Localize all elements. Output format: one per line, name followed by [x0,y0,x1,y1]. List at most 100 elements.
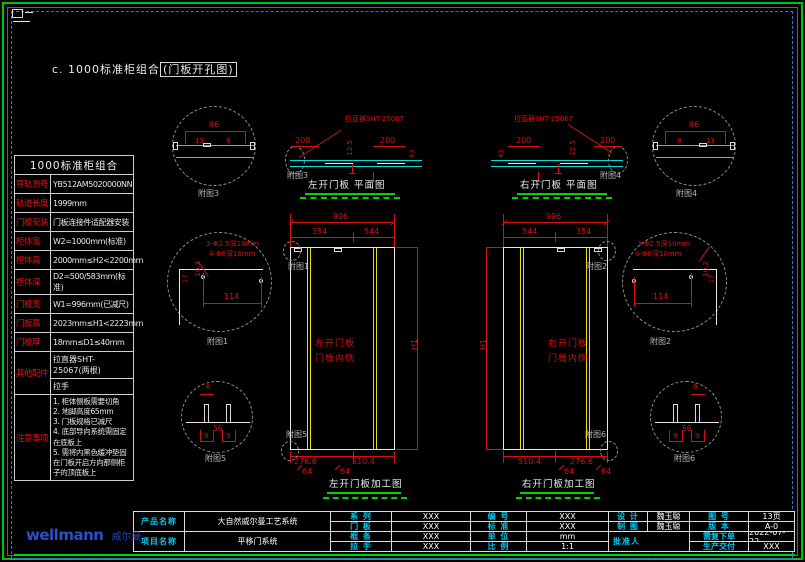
ext-line [396,247,417,248]
dim-line [634,303,692,304]
ext-line [503,451,504,463]
detail-circle-d6: 6 56 9 9 [650,381,722,453]
leader-text: 3-Φ2.5深10mm [637,241,690,249]
dim-label: 17 [709,274,717,283]
track-line [656,145,734,146]
ext-line [353,232,354,242]
pin-mark [673,404,678,423]
dim-label: H1 [480,339,489,350]
dim-line [185,131,245,132]
title-block-bottom-line [14,554,795,556]
dim-label: 200 [600,137,615,146]
spec-value: 2000mm≤H2<2200mm [51,251,145,269]
dim-label: 510.4 [352,458,375,467]
dim-label: 17 [183,274,191,283]
detail-circle-d3: 96 13 9 [172,106,256,186]
spec-value: W2=1000mm(标准) [51,232,133,250]
spec-label: 柜体高 [15,251,51,269]
dim-label: 200 [516,137,531,146]
caption-dash-line [516,497,600,499]
plan-panel-line [377,163,405,164]
dim-label: 9 [677,138,681,146]
elevation-right-caption: 右开门板加工图 [522,480,596,490]
dim-label: 6 [206,384,210,392]
spec-table: 1000标准柜组合 导轨货号YB512AM5020000NN 轨道长度1999m… [14,155,134,481]
panel-edge-line [179,269,263,270]
spec-row: 门板宽W1=996mm(已减尺) [15,294,133,313]
door-inner-label: 左开门板 [315,340,355,350]
spec-value: 门板连接件适配器安装 [51,213,133,231]
track-end-cap [653,142,658,150]
elevation-left-caption: 左开门板加工图 [329,480,403,490]
logo-wordmark: wellmann [26,526,103,544]
slot-mark [334,248,342,252]
center-line [203,273,204,307]
sheet-title: c. 1000标准柜组合(门板开孔图) [52,64,237,76]
stile-line [589,248,590,449]
spec-row: 门板厚18mm≤D1≤40mm [15,332,133,351]
spec-label: 门板厚 [15,333,51,351]
leader-line [699,246,710,261]
spec-label: 门板高 [15,314,51,332]
dim-label: 12.5 [347,140,355,156]
dim-label: 9 [695,433,699,441]
note-item: 3. 门板规格已减尺 [53,417,131,427]
ext-line [555,232,556,242]
spec-label: 导轨货号 [15,175,51,193]
ref-circle [600,441,618,461]
ext-line [486,449,503,450]
plan-track-line [290,160,422,161]
slot-mark [557,248,565,252]
dim-label: 43 [410,149,418,158]
ref-circle [598,241,616,261]
tb-scale-label: 比 例 [470,541,527,552]
dim-line [290,237,395,238]
slot-mark [699,143,707,147]
ref-label: 附图5 [286,431,307,440]
plan-track-line [491,160,623,161]
spec-label: 门板宽 [15,295,51,313]
spec-row: 门板安装门板连接件适配器安装 [15,212,133,231]
stile-line [523,248,524,449]
center-line [261,277,262,307]
note-item: 5. 需将内黑色缓冲垫固在门板开启方向那侧柜子的顶底板上 [53,448,131,478]
ref-circle [608,146,628,174]
ref-label: 附图2 [586,263,607,272]
drawing-sheet: c. 1000标准柜组合(门板开孔图) 1000标准柜组合 导轨货号YB512A… [0,0,805,562]
detail-label: 附图6 [674,455,695,464]
hinge-mark [558,164,559,173]
dim-label: 12.5 [570,140,578,156]
spec-label: 其他配件 [15,352,51,394]
sheet-title-text: c. 1000标准柜组合 [52,63,160,76]
notes-list: 1. 柜体侧板需要切角 2. 地脚高度65mm 3. 门板规格已减尺 4. 底部… [51,395,133,480]
detail-circle-d1: 3-Φ2.5深10mm 4-Φ8深10mm 10.2 17 114 [167,232,272,332]
detail-label: 附图1 [207,338,228,347]
dim-label: 996 [546,213,561,222]
spec-value: 2023mm≤H1<2223mm [51,314,145,332]
plan-panel-line [325,163,353,164]
dim-label: 64 [340,468,350,477]
dim-line [691,394,705,395]
dim-label: 9 [226,433,230,441]
detail-label: 附图2 [650,338,671,347]
caption-underline [327,492,401,494]
spec-label: 柜体深 [15,270,51,294]
dim-line [203,303,261,304]
spec-row: 柜体高2000mm≤H2<2200mm [15,250,133,269]
dim-label: 13 [706,138,715,146]
dim-label: 64 [564,468,574,477]
detail-circle-d5: 6 56 9 9 [181,381,253,453]
spec-accessory-values: 拉直器SHT-25067(两根) 拉手 [51,352,133,394]
spec-label: 注意事项 [15,395,51,480]
dim-label: 544 [364,228,379,237]
spec-row: 轨道长度1999mm [15,193,133,212]
tb-approver-label: 批准人 [608,531,690,552]
slot-mark [203,143,211,147]
ext-line [394,451,395,463]
track-line [656,157,734,158]
center-line [691,273,692,307]
note-item: 4. 底部导向系统需固定在底板上 [53,427,131,447]
ext-line [665,131,666,144]
spec-value: 1999mm [51,194,133,212]
dim-label: 9 [673,433,677,441]
